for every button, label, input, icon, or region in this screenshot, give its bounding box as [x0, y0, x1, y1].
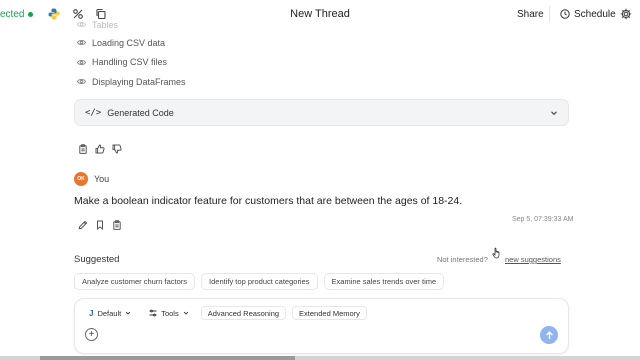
not-interested-text: Not interested?	[437, 255, 488, 264]
advanced-reasoning-toggle[interactable]: Advanced Reasoning	[200, 306, 287, 320]
eye-icon	[77, 79, 86, 85]
step-label: Handling CSV files	[92, 57, 168, 68]
schedule-label: Schedule	[574, 8, 616, 20]
step-item[interactable]: Loading CSV data	[77, 33, 186, 53]
eye-icon	[77, 59, 86, 65]
step-item[interactable]: Displaying DataFrames	[77, 72, 186, 92]
step-label: Displaying DataFrames	[92, 76, 186, 87]
extended-memory-toggle[interactable]: Extended Memory	[292, 306, 367, 320]
suggested-heading: Suggested	[74, 254, 120, 265]
chevron-down-icon	[126, 311, 131, 315]
arrow-up-icon	[545, 330, 553, 339]
settings-pair-icon[interactable]	[72, 8, 84, 20]
suggestion-chip[interactable]: Identify top product categories	[201, 273, 318, 290]
suggestion-chip[interactable]: Analyze customer churn factors	[74, 273, 196, 290]
sliders-icon	[149, 309, 157, 317]
scrollbar-thumb[interactable]	[40, 356, 295, 360]
clipboard-icon[interactable]	[112, 220, 122, 230]
step-label: Tables	[92, 20, 119, 30]
connection-status: ected	[0, 9, 34, 20]
model-icon: J	[89, 308, 94, 318]
eye-icon	[77, 40, 86, 46]
model-selector[interactable]: J Default	[83, 306, 137, 320]
step-item[interactable]: Handling CSV files	[77, 53, 186, 73]
generated-code-label: Generated Code	[107, 107, 174, 118]
horizontal-scrollbar[interactable]	[0, 356, 640, 360]
share-button[interactable]: Share	[511, 4, 550, 24]
chevron-down-icon	[551, 111, 557, 116]
suggestion-chips: Analyze customer churn factors Identify …	[74, 273, 445, 290]
connection-status-text: ected	[0, 9, 25, 20]
user-message-text: Make a boolean indicator feature for cus…	[74, 195, 463, 207]
user-message-header: OK You	[74, 172, 109, 186]
step-item-faded: Tables	[77, 20, 186, 33]
hand-cursor-icon	[492, 247, 500, 259]
composer-controls: J Default Tools Advanced Reasoning Exten…	[83, 306, 367, 320]
divider	[549, 6, 550, 22]
step-list: Tables Loading CSV data Handling CSV fil…	[77, 20, 186, 92]
generated-code-accordion[interactable]: </> Generated Code	[74, 99, 569, 126]
app-window: ected New Thread Share Schedule Tables L…	[0, 0, 640, 360]
plus-icon[interactable]: +	[85, 328, 98, 341]
new-suggestions-link[interactable]: new suggestions	[505, 255, 561, 264]
code-icon: </>	[85, 107, 102, 118]
suggestion-chip[interactable]: Examine sales trends over time	[323, 273, 445, 290]
pencil-icon[interactable]	[78, 220, 88, 230]
clock-icon	[560, 9, 570, 19]
thumbs-down-icon[interactable]	[112, 144, 122, 154]
chevron-down-icon	[183, 311, 188, 315]
tools-label: Tools	[161, 308, 179, 318]
python-icon[interactable]	[48, 8, 60, 20]
tools-selector[interactable]: Tools	[143, 306, 195, 320]
eye-icon	[77, 22, 86, 27]
bookmark-icon[interactable]	[95, 220, 105, 230]
thumbs-up-icon[interactable]	[95, 144, 105, 154]
avatar: OK	[74, 172, 88, 186]
step-label: Loading CSV data	[92, 37, 166, 48]
user-message-actions	[78, 220, 122, 230]
assistant-actions	[78, 144, 122, 154]
clipboard-icon[interactable]	[78, 144, 88, 154]
status-dot-icon	[28, 12, 34, 17]
gear-icon[interactable]	[620, 8, 632, 20]
message-composer[interactable]: J Default Tools Advanced Reasoning Exten…	[74, 298, 569, 354]
message-timestamp: Sep 5, 07:39:33 AM	[512, 216, 574, 223]
model-label: Default	[97, 308, 122, 318]
copy-icon[interactable]	[95, 8, 107, 20]
schedule-button[interactable]: Schedule	[556, 4, 620, 24]
author-name: You	[94, 174, 110, 184]
send-button[interactable]	[540, 326, 558, 344]
